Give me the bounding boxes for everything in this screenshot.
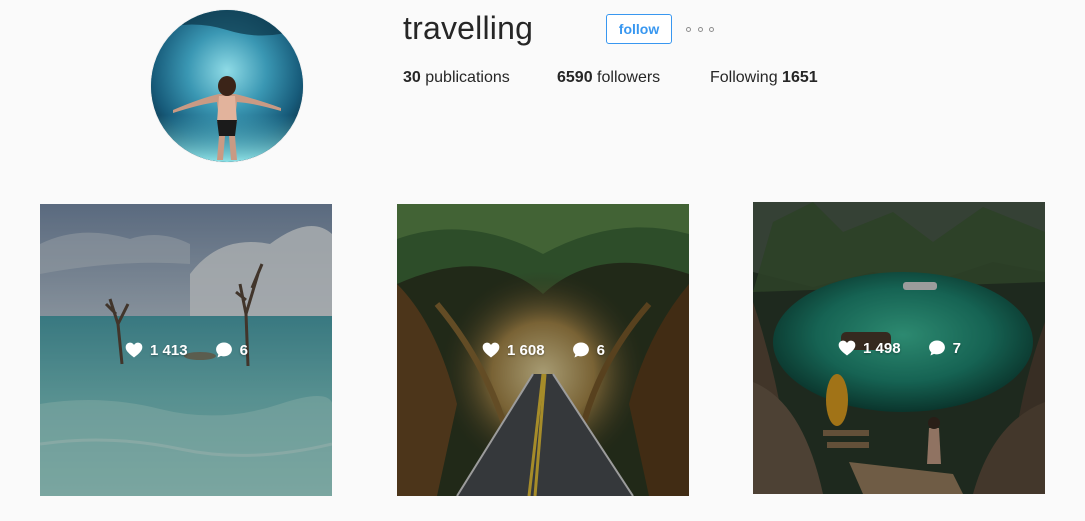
publications-count: 30 [403, 69, 421, 86]
comments-metric: 7 [927, 338, 961, 358]
profile-page: travelling follow 30 publications 6590 f… [0, 0, 1085, 521]
comments-count: 7 [952, 339, 961, 357]
heart-icon [125, 342, 143, 358]
publications-stat: 30 publications [403, 67, 510, 89]
following-stat[interactable]: Following 1651 [710, 67, 818, 89]
post-overlay: 1 498 7 [753, 202, 1045, 494]
post-tile[interactable]: 1 498 7 [753, 202, 1045, 494]
dot [697, 26, 703, 32]
following-label: Following [710, 69, 778, 86]
comment-icon [928, 340, 945, 356]
followers-label: followers [597, 69, 661, 86]
following-count: 1651 [782, 69, 818, 86]
likes-count: 1 498 [863, 339, 901, 357]
likes-metric: 1 608 [481, 340, 545, 360]
post-overlay: 1 413 6 [40, 204, 332, 496]
followers-stat[interactable]: 6590 followers [557, 67, 660, 89]
post-tile[interactable]: 1 413 6 [40, 204, 332, 496]
post-tile[interactable]: 1 608 6 [397, 204, 689, 496]
avatar[interactable] [151, 10, 303, 162]
comments-count: 6 [239, 341, 248, 359]
likes-count: 1 413 [150, 341, 188, 359]
dot [709, 26, 714, 32]
likes-count: 1 608 [507, 341, 545, 359]
username: travelling [403, 10, 534, 46]
ellipsis-icon[interactable] [686, 20, 714, 38]
publications-label: publications [425, 69, 510, 86]
comment-icon [572, 342, 589, 358]
swimmer-underwater-avatar [151, 10, 303, 162]
heart-icon [838, 340, 856, 356]
likes-metric: 1 413 [124, 340, 188, 360]
comments-count: 6 [596, 341, 605, 359]
heart-icon [482, 342, 500, 358]
comment-icon [215, 342, 232, 358]
comments-metric: 6 [571, 340, 605, 360]
comments-metric: 6 [214, 340, 248, 360]
followers-count: 6590 [557, 69, 593, 86]
dot [686, 26, 691, 32]
follow-button[interactable]: follow [606, 14, 672, 44]
likes-metric: 1 498 [837, 338, 901, 358]
post-overlay: 1 608 6 [397, 204, 689, 496]
